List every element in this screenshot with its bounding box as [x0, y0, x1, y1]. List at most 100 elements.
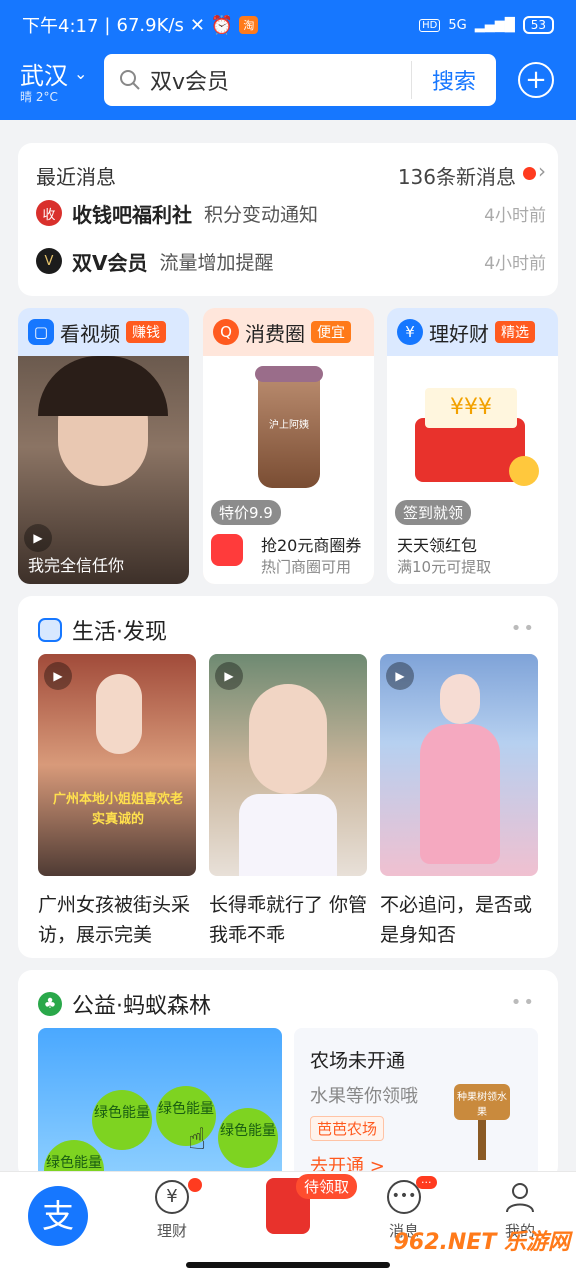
energy-ball[interactable]: 绿色能量 — [218, 1108, 278, 1168]
person-icon — [503, 1180, 537, 1214]
message-badge: ··· — [416, 1176, 437, 1189]
ant-forest-card: ♣ 公益·蚂蚁森林 •• 绿色能量 绿色能量 绿色能量 绿色能量 ☝ 农场未开通… — [18, 970, 558, 1180]
feature-body[interactable]: ¥¥¥ 签到就领 天天领红包 满10元可提取 — [387, 356, 558, 584]
chevron-right-icon[interactable]: › — [538, 159, 546, 183]
search-icon — [120, 70, 140, 90]
feature-tag: 赚钱 — [126, 321, 166, 343]
section-title: 公益·蚂蚁森林 — [72, 994, 211, 1019]
video-caption[interactable]: 广州女孩被街头采访，展示完美 — [38, 890, 198, 950]
signal-icon: ▂▄▆█ — [474, 17, 515, 33]
more-options-icon[interactable]: •• — [511, 618, 536, 639]
farm-subtitle: 水果等你领哦 — [310, 1086, 418, 1107]
feature-title: 看视频 — [60, 321, 120, 346]
hand-pointer-icon: ☝ — [188, 1122, 207, 1157]
messages-count[interactable]: 136条新消息 — [398, 161, 516, 190]
feature-title: 理好财 — [429, 321, 489, 346]
message-source: 双V会员 — [72, 250, 148, 275]
money-tiles: ¥¥¥ — [425, 388, 517, 428]
coin-icon — [509, 456, 539, 486]
feature-watch-video[interactable]: ▢ 看视频 赚钱 ▶ 我完全信任你 — [18, 308, 189, 584]
battery-indicator: 53 — [522, 16, 554, 34]
avatar: 收 — [36, 200, 62, 226]
message-time: 4小时前 — [484, 205, 546, 226]
feature-main: 天天领红包 — [397, 536, 478, 555]
taobao-notification-icon: 淘 — [239, 16, 259, 34]
section-title: 生活·发现 — [72, 620, 167, 645]
video-icon: ▢ — [28, 319, 54, 345]
chevron-down-icon: ⌄ — [74, 64, 88, 83]
feature-sub: 满10元可提取 — [397, 558, 492, 576]
feature-title: 消费圈 — [245, 321, 305, 346]
cup-label: 沪上阿姨 — [269, 420, 309, 431]
energy-ball[interactable]: 绿色能量 — [92, 1090, 152, 1150]
watermark-logo: 962.NET 乐游网 — [393, 1230, 570, 1255]
status-speed: 67.9K/s — [116, 14, 184, 36]
bottom-tab-bar: 支 ¥ 理财 待领取 ••• ··· 消息 我的 962.NET 乐游网 — [0, 1171, 576, 1280]
feature-consumption-circle[interactable]: Q 消费圈 便宜 沪上阿姨 特价9.9 抢20元商圈券 热门商圈可用 — [203, 308, 374, 584]
energy-ball[interactable]: 绿色能量 — [156, 1086, 216, 1146]
unread-dot — [523, 167, 536, 180]
play-icon: ▶ — [386, 662, 414, 690]
section-header: 生活·发现 — [38, 614, 167, 646]
video-thumbnail[interactable]: ▶ 我完全信任你 — [18, 356, 189, 584]
feature-tag: 便宜 — [311, 321, 351, 343]
dress-shape — [420, 724, 500, 864]
feature-tag: 精选 — [495, 321, 535, 343]
messages-title: 最近消息 — [36, 165, 116, 189]
play-icon: ▶ — [215, 662, 243, 690]
video-card[interactable]: 广州本地小姐姐喜欢老实真诚的 ▶ — [38, 654, 196, 876]
feature-wealth[interactable]: ¥ 理好财 精选 ¥¥¥ 签到就领 天天领红包 满10元可提取 — [387, 308, 558, 584]
video-caption: 我完全信任你 — [28, 556, 125, 575]
person-shape — [249, 684, 327, 794]
person-shape — [96, 674, 142, 754]
sign-post — [478, 1120, 486, 1160]
tab-wealth[interactable]: ¥ 理财 — [140, 1178, 204, 1241]
top-header: 武汉 ⌄ 晴 2°C 双v会员 搜索 + — [0, 50, 576, 120]
search-button[interactable]: 搜索 — [410, 61, 496, 99]
feature-body[interactable]: 沪上阿姨 特价9.9 抢20元商圈券 热门商圈可用 — [203, 356, 374, 584]
search-bar[interactable]: 双v会员 搜索 — [104, 54, 496, 106]
checkin-badge: 签到就领 — [395, 500, 472, 525]
badge-dot — [188, 1178, 202, 1192]
hd-indicator: HD — [419, 18, 441, 32]
coupon-icon — [211, 534, 243, 566]
weather-text: 晴 2°C — [20, 90, 58, 104]
life-icon — [38, 618, 62, 642]
more-options-icon[interactable]: •• — [511, 992, 536, 1013]
search-input[interactable]: 双v会员 — [150, 64, 411, 96]
status-time: 下午4:17 — [22, 16, 99, 37]
message-row[interactable]: V 双V会员 流量增加提醒 4小时前 — [36, 243, 546, 279]
feature-sub: 热门商圈可用 — [261, 558, 352, 576]
network-indicator: 5G — [448, 17, 467, 33]
play-icon: ▶ — [24, 524, 52, 552]
life-discover-card: 生活·发现 •• 广州本地小姐姐喜欢老实真诚的 ▶ ▶ ▶ 广州女孩被街头采访，… — [18, 596, 558, 958]
mute-icon: ✕ — [189, 14, 205, 36]
video-caption[interactable]: 长得乖就行了 你管我乖不乖 — [209, 890, 369, 950]
tab-home-alipay-icon[interactable]: 支 — [28, 1186, 88, 1246]
person-shape — [440, 674, 480, 724]
yen-icon: ¥ — [397, 319, 423, 345]
status-bar: 下午4:17 | 67.9K/s ✕ ⏰ 淘 HD 5G ▂▄▆█ 53 — [0, 0, 576, 50]
tab-label: 理财 — [156, 1222, 187, 1240]
forest-banner[interactable]: 绿色能量 绿色能量 绿色能量 绿色能量 ☝ — [38, 1028, 282, 1180]
status-divider: | — [104, 14, 111, 36]
message-row[interactable]: 收 收钱吧福利社 积分变动通知 4小时前 — [36, 195, 546, 231]
video-card[interactable]: ▶ — [380, 654, 538, 876]
play-icon: ▶ — [44, 662, 72, 690]
alarm-icon: ⏰ — [210, 14, 234, 36]
section-header: ♣ 公益·蚂蚁森林 — [38, 988, 211, 1020]
add-icon[interactable]: + — [518, 62, 554, 98]
recent-messages-card[interactable]: 最近消息 136条新消息 › 收 收钱吧福利社 积分变动通知 4小时前 V 双V… — [18, 143, 558, 296]
video-caption[interactable]: 不必追问，是否或是身知否 — [380, 890, 540, 950]
message-text: 流量增加提醒 — [159, 251, 274, 274]
message-source: 收钱吧福利社 — [72, 202, 192, 227]
pending-claim-badge[interactable]: 待领取 — [296, 1174, 358, 1199]
city-selector[interactable]: 武汉 ⌄ — [20, 56, 87, 91]
message-text: 积分变动通知 — [204, 203, 319, 226]
leaf-icon: ♣ — [38, 992, 62, 1016]
video-card[interactable]: ▶ — [209, 654, 367, 876]
toppings-shape — [255, 366, 323, 382]
message-time: 4小时前 — [484, 253, 546, 274]
farm-panel[interactable]: 农场未开通 水果等你领哦 芭芭农场 去开通 > 种果树领水果 — [294, 1028, 538, 1180]
shirt-shape — [239, 794, 337, 876]
